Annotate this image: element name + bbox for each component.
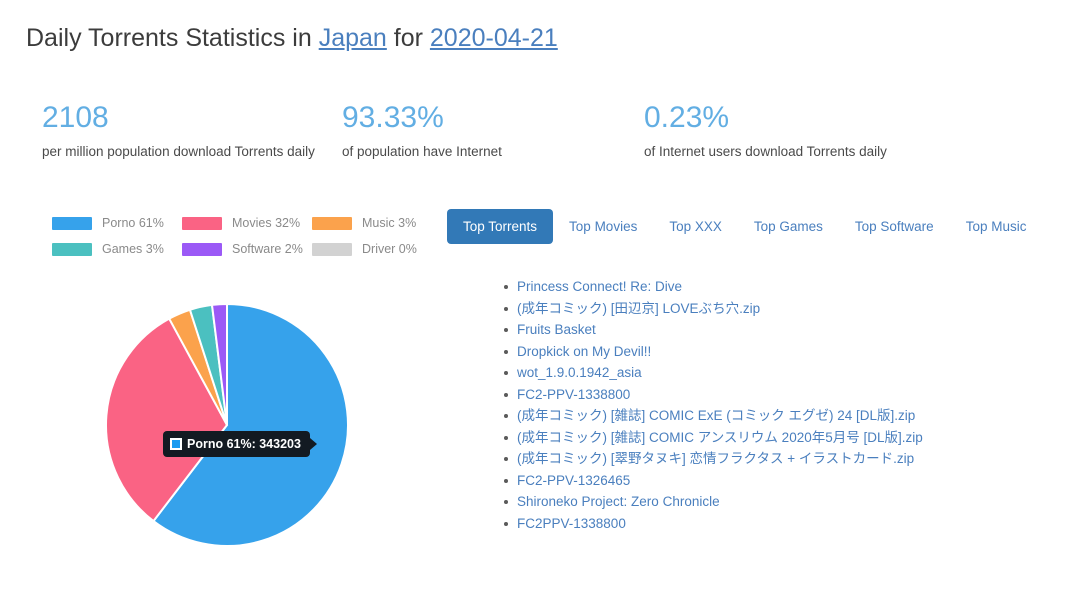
torrent-link[interactable]: (成年コミック) [雑誌] COMIC ExE (コミック エグゼ) 24 [D… bbox=[517, 408, 915, 423]
torrent-link[interactable]: Princess Connect! Re: Dive bbox=[517, 279, 682, 294]
tab-top-games[interactable]: Top Games bbox=[738, 209, 839, 244]
torrent-list-item: wot_1.9.0.1942_asia bbox=[504, 362, 923, 384]
legend-swatch-icon bbox=[182, 242, 222, 256]
torrent-link[interactable]: Dropkick on My Devil!! bbox=[517, 344, 651, 359]
torrent-link[interactable]: FC2-PPV-1326465 bbox=[517, 473, 630, 488]
statistics-page: Daily Torrents Statistics in Japan for 2… bbox=[0, 0, 1080, 593]
legend-swatch-icon bbox=[312, 216, 352, 230]
torrent-link[interactable]: Fruits Basket bbox=[517, 322, 596, 337]
tooltip-swatch-icon bbox=[170, 438, 182, 450]
torrent-link[interactable]: wot_1.9.0.1942_asia bbox=[517, 365, 642, 380]
legend-swatch-icon bbox=[52, 242, 92, 256]
legend-label: Games 3% bbox=[102, 242, 164, 256]
torrent-list-item: Princess Connect! Re: Dive bbox=[504, 276, 923, 298]
tab-top-software[interactable]: Top Software bbox=[839, 209, 950, 244]
stat-label: of population have Internet bbox=[342, 144, 502, 159]
torrent-list: Princess Connect! Re: Dive (成年コミック) [田辺京]… bbox=[497, 276, 923, 534]
torrent-list-item: (成年コミック) [雑誌] COMIC ExE (コミック エグゼ) 24 [D… bbox=[504, 405, 923, 427]
legend-label: Software 2% bbox=[232, 242, 303, 256]
stat-card-torrent-users-share: 0.23% of Internet users download Torrent… bbox=[644, 100, 1044, 162]
legend-swatch-icon bbox=[52, 216, 92, 230]
country-link[interactable]: Japan bbox=[319, 24, 387, 52]
legend-label: Driver 0% bbox=[362, 242, 417, 256]
torrent-list-item: Fruits Basket bbox=[504, 319, 923, 341]
tab-top-movies[interactable]: Top Movies bbox=[553, 209, 653, 244]
legend-item-movies[interactable]: Movies 32% bbox=[182, 210, 312, 236]
pie-chart[interactable] bbox=[0, 255, 452, 593]
torrent-list-item: FC2PPV-1338800 bbox=[504, 513, 923, 535]
date-link[interactable]: 2020-04-21 bbox=[430, 24, 558, 52]
torrent-link[interactable]: Shironeko Project: Zero Chronicle bbox=[517, 494, 720, 509]
tab-top-xxx[interactable]: Top XXX bbox=[653, 209, 738, 244]
torrent-link[interactable]: FC2PPV-1338800 bbox=[517, 516, 626, 531]
tab-top-torrents[interactable]: Top Torrents bbox=[447, 209, 554, 244]
stat-label: of Internet users download Torrents dail… bbox=[644, 144, 887, 159]
page-title-prefix: Daily Torrents Statistics in bbox=[26, 24, 319, 52]
stat-card-internet-penetration: 93.33% of population have Internet bbox=[342, 100, 642, 162]
legend-swatch-icon bbox=[312, 242, 352, 256]
torrent-list-item: (成年コミック) [翠野タヌキ] 恋情フラクタス + イラストカード.zip bbox=[504, 448, 923, 470]
stat-label: per million population download Torrents… bbox=[42, 144, 315, 159]
torrent-list-item: FC2-PPV-1326465 bbox=[504, 470, 923, 492]
page-title-middle: for bbox=[386, 24, 430, 52]
torrent-link[interactable]: FC2-PPV-1338800 bbox=[517, 387, 630, 402]
torrent-list-item: Shironeko Project: Zero Chronicle bbox=[504, 491, 923, 513]
legend-label: Porno 61% bbox=[102, 216, 164, 230]
torrent-link[interactable]: (成年コミック) [翠野タヌキ] 恋情フラクタス + イラストカード.zip bbox=[517, 451, 914, 466]
torrent-list-item: (成年コミック) [雑誌] COMIC アンスリウム 2020年5月号 [DL版… bbox=[504, 427, 923, 449]
pie-slices[interactable] bbox=[105, 302, 349, 547]
stat-value: 93.33% bbox=[342, 101, 444, 134]
torrent-list-item: Dropkick on My Devil!! bbox=[504, 341, 923, 363]
legend-item-music[interactable]: Music 3% bbox=[312, 210, 442, 236]
torrent-list-item: (成年コミック) [田辺京] LOVEぶち穴.zip bbox=[504, 298, 923, 320]
torrent-link[interactable]: (成年コミック) [雑誌] COMIC アンスリウム 2020年5月号 [DL版… bbox=[517, 430, 923, 445]
stat-card-downloads-per-million: 2108 per million population download Tor… bbox=[42, 100, 342, 162]
legend-label: Music 3% bbox=[362, 216, 417, 230]
torrent-link[interactable]: (成年コミック) [田辺京] LOVEぶち穴.zip bbox=[517, 301, 760, 316]
pie-chart-svg[interactable] bbox=[0, 255, 452, 593]
page-title: Daily Torrents Statistics in Japan for 2… bbox=[26, 22, 558, 54]
tooltip-text: Porno 61%: 343203 bbox=[187, 437, 301, 451]
legend-label: Movies 32% bbox=[232, 216, 301, 230]
stat-value: 2108 bbox=[42, 101, 109, 134]
torrent-list-item: FC2-PPV-1338800 bbox=[504, 384, 923, 406]
top-lists-tabs[interactable]: Top Torrents Top Movies Top XXX Top Game… bbox=[447, 209, 1042, 244]
tab-top-music[interactable]: Top Music bbox=[950, 209, 1043, 244]
legend-item-porno[interactable]: Porno 61% bbox=[52, 210, 182, 236]
legend-swatch-icon bbox=[182, 216, 222, 230]
stat-value: 0.23% bbox=[644, 101, 730, 134]
pie-chart-tooltip: Porno 61%: 343203 bbox=[163, 431, 317, 457]
